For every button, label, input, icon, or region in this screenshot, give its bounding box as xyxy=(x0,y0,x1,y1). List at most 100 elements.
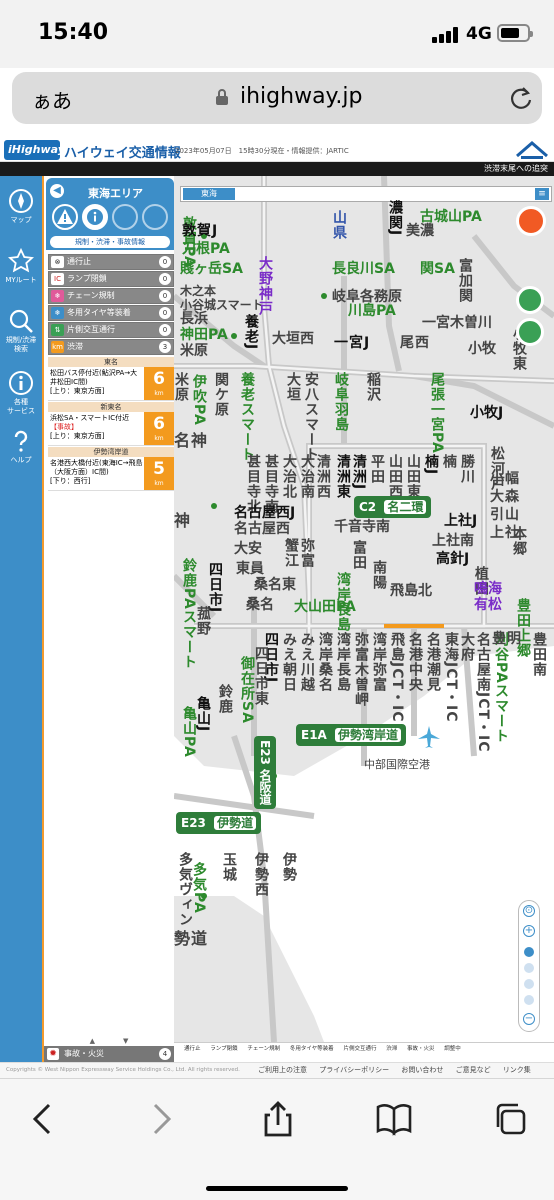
site-logo[interactable]: iHighway xyxy=(4,140,65,160)
help-icon xyxy=(14,430,28,452)
legend-winter-tire[interactable]: ❄ 冬用タイヤ等装着 0 xyxy=(48,305,174,321)
footer-link[interactable]: ご意見など xyxy=(456,1066,491,1074)
warning-filter-button[interactable] xyxy=(52,204,78,230)
zoom-level-dot[interactable] xyxy=(524,995,534,1005)
snowflake-icon: ❄ xyxy=(51,290,64,302)
legend-count: 0 xyxy=(159,307,171,319)
info-panel: ◀ 東海エリア 規制・渋滞・事故情報 ⊗ 通行止 0 IC ランプ閉鎖 0 ❄ チェーン規… xyxy=(42,176,174,1062)
camera-button[interactable] xyxy=(516,286,544,314)
footer-link[interactable]: リンク集 xyxy=(503,1066,531,1074)
legend-item: 事故・火災 xyxy=(406,1046,435,1052)
legend-chain[interactable]: ❄ チェーン規制 0 xyxy=(48,288,174,304)
legend-count: 0 xyxy=(159,273,171,285)
e1a-route-shield: E1A 伊勢湾岸道 xyxy=(296,724,407,746)
video-camera-button[interactable] xyxy=(516,318,544,346)
zoom-control[interactable]: ⊙ + − xyxy=(518,900,540,1032)
zoom-level-dot[interactable] xyxy=(524,947,534,957)
home-indicator[interactable] xyxy=(206,1186,348,1191)
congestion-length-badge: 6 km xyxy=(144,367,174,400)
accident-label: 事故・火災 xyxy=(64,1049,104,1058)
congestion-length-badge: 5 km xyxy=(144,457,174,490)
legend-label: 片側交互通行 xyxy=(67,325,115,334)
back-button[interactable]: ◀ xyxy=(50,184,64,198)
text-size-button[interactable]: ぁあ xyxy=(32,85,72,114)
nav-map[interactable]: マップ xyxy=(0,182,42,244)
accident-count: 4 xyxy=(159,1048,171,1060)
copyright: Copyrights © West Nippon Expressway Serv… xyxy=(6,1067,240,1073)
region-tab-label[interactable]: 東海 xyxy=(183,188,235,200)
signal-icon xyxy=(432,27,462,43)
nav-map-label: マップ xyxy=(10,216,32,224)
footer-links: ご利用上の注意 プライバシーポリシー お問い合わせ ご意見など リンク集 xyxy=(258,1063,541,1078)
site-footer: Copyrights © West Nippon Expressway Serv… xyxy=(0,1062,554,1078)
vehicle-location-button[interactable] xyxy=(516,206,546,236)
info-filter-button[interactable] xyxy=(82,204,108,230)
snowflake-icon: ❄ xyxy=(51,307,64,319)
browser-toolbar xyxy=(0,1078,554,1200)
side-navigation: マップ MYルート 規制/渋滞 検索 各種 サービス ヘルプ xyxy=(0,176,42,1062)
legend-item: 渋滞 xyxy=(386,1046,398,1052)
network-label: 4G xyxy=(466,24,492,44)
legend-count: 0 xyxy=(159,256,171,268)
legend-ramp-closure[interactable]: IC ランプ閉鎖 0 xyxy=(48,271,174,287)
airport-icon xyxy=(418,726,440,748)
address-bar[interactable]: ぁあ ihighway.jp xyxy=(12,72,542,124)
panel-header: ◀ 東海エリア 規制・渋滞・事故情報 xyxy=(46,178,174,250)
site-title: ハイウェイ交通情報 xyxy=(64,146,181,161)
status-bar: 15:40 4G xyxy=(0,0,554,68)
reload-icon[interactable] xyxy=(508,85,534,111)
info-icon xyxy=(87,209,103,225)
tabs-icon[interactable] xyxy=(490,1099,530,1139)
legend-item: 冬用タイヤ等装着 xyxy=(289,1046,334,1052)
news-ticker[interactable]: 渋滞末尾への追突 xyxy=(0,162,554,176)
section-header: 新東名 xyxy=(48,402,174,412)
legend-item: 調整中 xyxy=(444,1046,461,1052)
url-text[interactable]: ihighway.jp xyxy=(240,84,363,109)
legend-item: 片側交互通行 xyxy=(343,1046,377,1052)
nav-help[interactable]: ヘルプ xyxy=(0,422,42,484)
zoom-level-dot[interactable] xyxy=(524,979,534,989)
nav-my-route-label: MYルート xyxy=(5,276,37,284)
entry-text: 松田バス停付近(鮎沢PA→大井松田IC間) [上り：東京方面] xyxy=(50,369,138,395)
nav-search[interactable]: 規制/渋滞 検索 xyxy=(0,302,42,364)
footer-link[interactable]: プライバシーポリシー xyxy=(319,1066,389,1074)
congestion-entry[interactable]: 松田バス停付近(鮎沢PA→大井松田IC間) [上り：東京方面] 6 km xyxy=(48,367,174,401)
bookmarks-icon[interactable] xyxy=(374,1099,414,1139)
panel-scroll-arrows[interactable]: ▲ ▼ xyxy=(46,1036,172,1046)
footer-link[interactable]: お問い合わせ xyxy=(401,1066,443,1074)
zoom-in-button[interactable]: + xyxy=(523,925,535,937)
nav-services[interactable]: 各種 サービス xyxy=(0,364,42,426)
legend-label: ランプ閉鎖 xyxy=(67,274,107,283)
forward-arrow-icon[interactable] xyxy=(140,1099,180,1139)
footer-link[interactable]: ご利用上の注意 xyxy=(258,1066,307,1074)
ticker-text: 渋滞末尾への追突 xyxy=(484,164,548,173)
nav-my-route[interactable]: MYルート xyxy=(0,242,42,304)
share-icon[interactable] xyxy=(258,1099,298,1139)
legend-congestion[interactable]: km 渋滞 3 xyxy=(48,339,174,355)
c2-route-shield: C2 名二環 xyxy=(354,496,432,518)
map-region-tab[interactable]: 東海 ≡ xyxy=(180,186,552,202)
nexco-logo-icon xyxy=(516,141,548,159)
legend-item: 通行止 xyxy=(184,1046,201,1052)
search-icon xyxy=(9,309,33,333)
update-timestamp: 2023年05月07日 15時30分現在・情報提供：JARTIC xyxy=(175,147,349,155)
star-icon xyxy=(8,248,34,273)
legend-alternating[interactable]: ⇅ 片側交互通行 0 xyxy=(48,322,174,338)
alternating-icon: ⇅ xyxy=(51,324,64,336)
zoom-reset-icon[interactable]: ⊙ xyxy=(523,905,535,917)
back-arrow-icon[interactable] xyxy=(24,1099,64,1139)
legend-closure[interactable]: ⊗ 通行止 0 xyxy=(48,254,174,270)
compass-icon xyxy=(9,189,33,213)
tab-regulation-info[interactable]: 規制・渋滞・事故情報 xyxy=(50,236,170,248)
traffic-map[interactable]: 東海 ≡ 敦賀PA 敦賀J 刀根PA 賤ヶ岳SA 木之本 小谷城スマート 長浜 … xyxy=(174,176,554,1042)
congestion-entry[interactable]: 名港西大橋付近(東海IC→飛島（大阪方面）IC間) [下り：西行] 5 km xyxy=(48,457,174,491)
weather-filter-button[interactable] xyxy=(112,204,138,230)
map-legend-bar: 通行止 ランプ閉鎖 チェーン規制 冬用タイヤ等装着 片側交互通行 渋滞 事故・火… xyxy=(174,1042,554,1054)
accident-row[interactable]: ✹ 事故・火災 4 xyxy=(44,1046,174,1062)
legend-item: ランプ閉鎖 xyxy=(210,1046,238,1052)
congestion-entry[interactable]: 浜松SA・スマートIC付近 【事故】 [上り：東京方面] 6 km xyxy=(48,412,174,446)
zoom-out-button[interactable]: − xyxy=(523,1013,535,1025)
map-menu-button[interactable]: ≡ xyxy=(535,188,549,200)
zoom-level-dot[interactable] xyxy=(524,963,534,973)
camera-filter-button[interactable] xyxy=(142,204,168,230)
